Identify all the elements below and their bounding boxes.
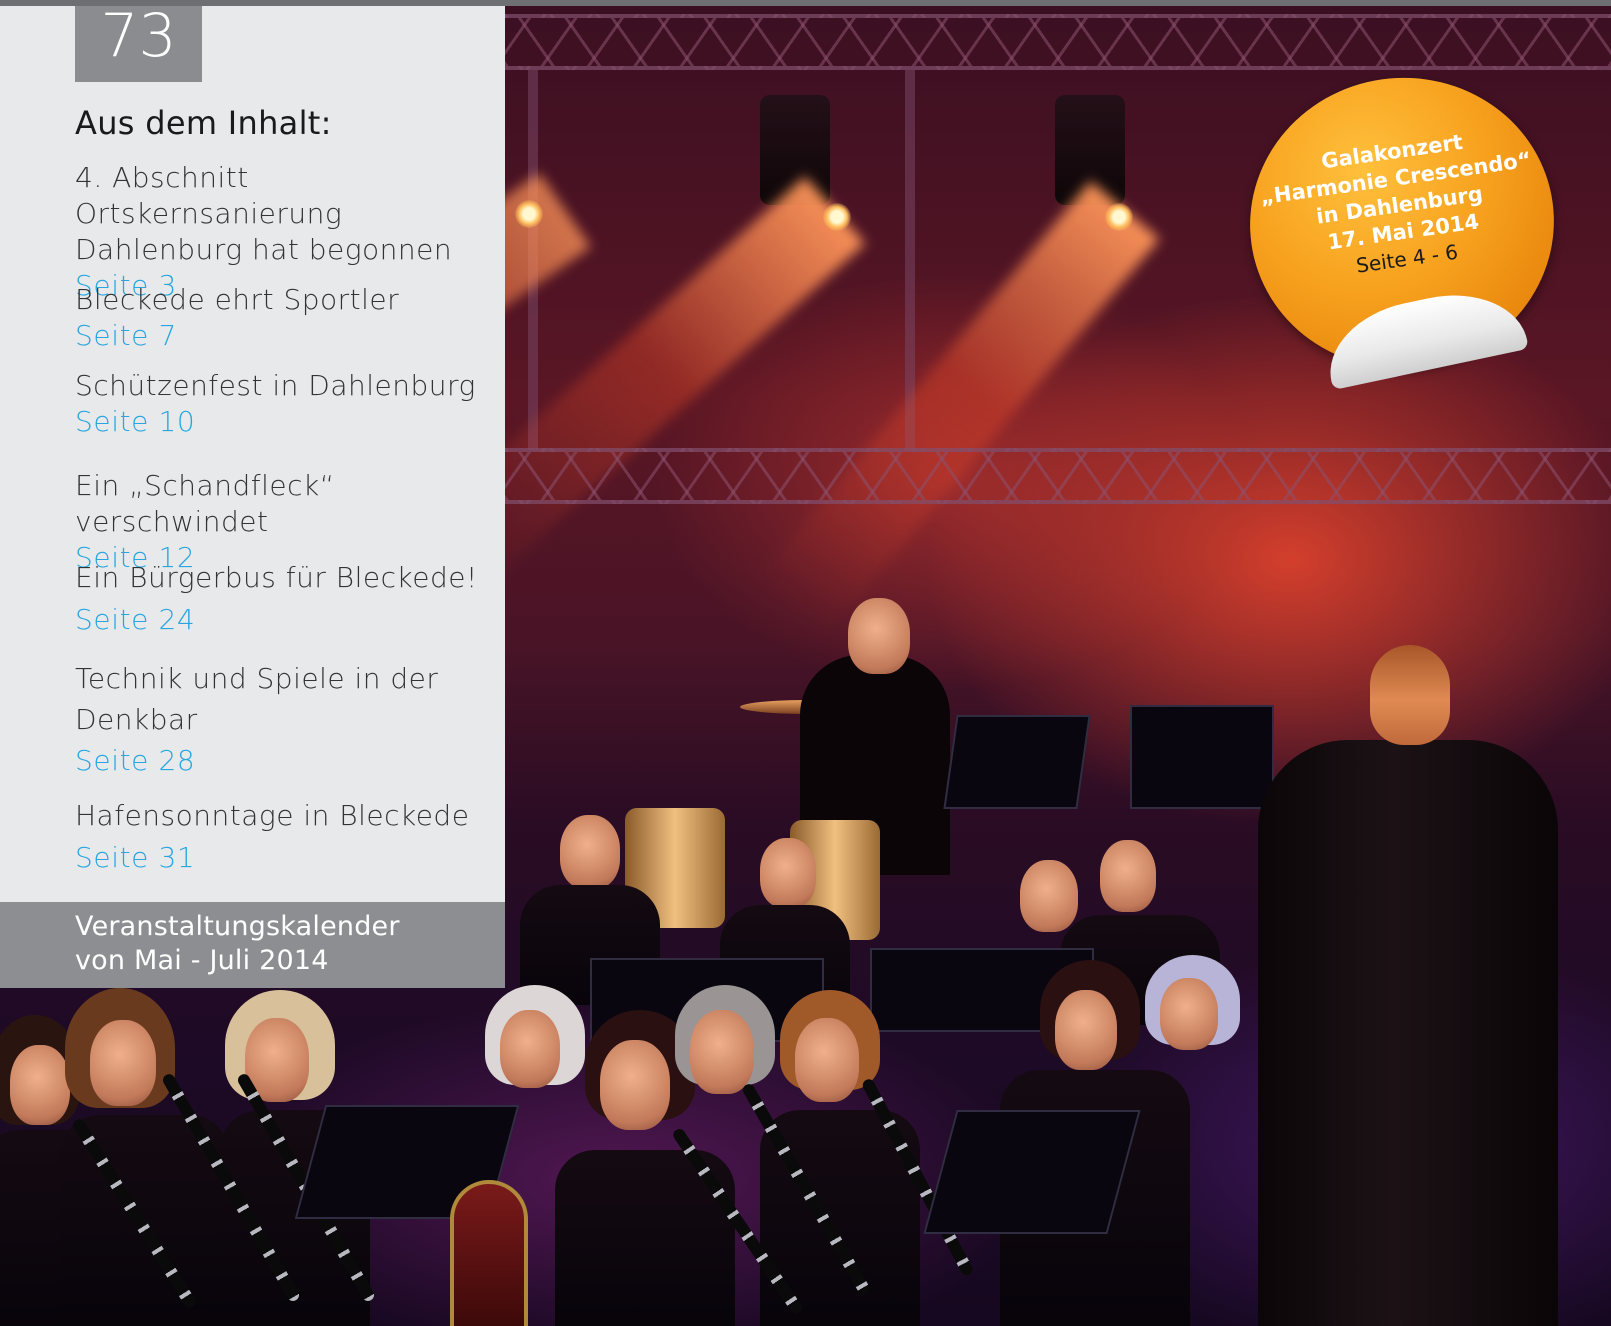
toc-entry-page[interactable]: Seite 28	[75, 740, 505, 781]
chair	[450, 1180, 528, 1326]
conductor	[1258, 740, 1558, 1326]
toc-entry-title: Hafensonntage in Bleckede	[75, 799, 470, 832]
clarinetist-face	[10, 1045, 70, 1125]
clarinetist-face	[500, 1010, 560, 1088]
event-calendar-banner[interactable]: Veranstaltungskalender von Mai - Juli 20…	[0, 902, 505, 988]
toc-entry-page[interactable]: Seite 7	[75, 318, 505, 354]
calendar-period: von Mai - Juli 2014	[75, 945, 329, 976]
toc-entry-title: Ein „Schandfleck“ verschwindet	[75, 469, 335, 538]
music-stand	[923, 1110, 1141, 1234]
calendar-title: Veranstaltungskalender	[75, 911, 400, 942]
clarinetist-face	[90, 1020, 156, 1106]
toc-entry-page[interactable]: Seite 10	[75, 404, 505, 440]
music-stand	[1130, 705, 1274, 809]
musician-face	[760, 838, 816, 908]
gala-concert-sticker[interactable]: Galakonzert „Harmonie Crescendo“ in Dahl…	[1231, 58, 1573, 391]
toc-entry-title: Denkbar	[75, 703, 198, 736]
top-rule	[0, 0, 1611, 6]
conductor-head	[1370, 645, 1450, 745]
clarinetist-face	[690, 1010, 754, 1094]
toc-entry-title: Schützenfest in Dahlenburg	[75, 369, 476, 402]
stage-truss-middle	[505, 448, 1611, 504]
toc-entry[interactable]: Bleckede ehrt Sportler Seite 7	[75, 282, 505, 354]
toc-entry-title: 4. Abschnitt Ortskernsanierung	[75, 161, 343, 230]
clarinetist-face	[1160, 978, 1218, 1050]
musician-face	[1020, 860, 1078, 932]
spotlight	[1105, 203, 1133, 231]
toc-entry-title: Ein Bürgerbus für Bleckede!	[75, 561, 478, 594]
issue-number: 73	[75, 0, 202, 82]
toc-entry-page[interactable]: Seite 31	[75, 840, 505, 876]
spotlight	[515, 200, 543, 228]
percussionist-face	[848, 598, 910, 674]
toc-entry[interactable]: Technik und Spiele in der Denkbar Seite …	[75, 658, 505, 781]
trumpet-player-face	[560, 815, 620, 889]
toc-entry-page[interactable]: Seite 24	[75, 602, 505, 638]
music-stand	[943, 715, 1091, 809]
toc-heading: Aus dem Inhalt:	[75, 104, 332, 142]
musician-face	[1100, 840, 1156, 912]
spotlight	[823, 203, 851, 231]
toc-entry[interactable]: Schützenfest in Dahlenburg Seite 10	[75, 368, 505, 440]
toc-entry[interactable]: Hafensonntage in Bleckede Seite 31	[75, 798, 505, 876]
clarinetist-face	[1055, 990, 1117, 1070]
toc-entry[interactable]: Ein Bürgerbus für Bleckede! Seite 24	[75, 560, 505, 638]
stage-truss-top	[505, 14, 1611, 70]
clarinetist-face	[600, 1040, 670, 1130]
toc-entry-title: Dahlenburg hat begonnen	[75, 233, 453, 266]
toc-entry-title: Bleckede ehrt Sportler	[75, 283, 400, 316]
toc-entry-title: Technik und Spiele in der	[75, 662, 439, 695]
clarinetist-face	[795, 1018, 859, 1102]
